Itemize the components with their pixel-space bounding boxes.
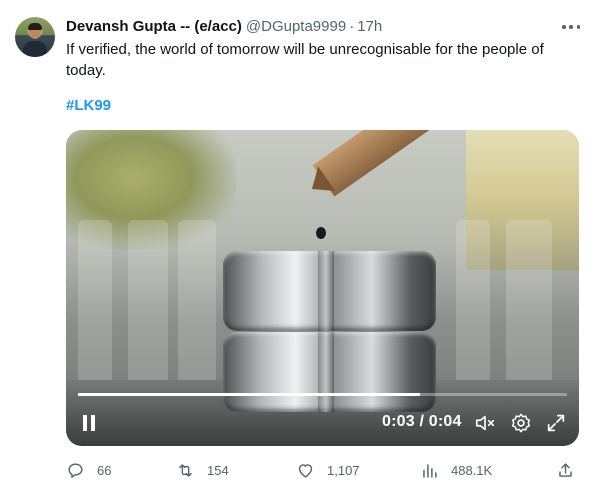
tweet-header: Devansh Gupta -- (e/acc) @DGupta9999 · 1… — [66, 15, 382, 37]
reply-button[interactable]: 66 — [66, 458, 111, 482]
bar-chart-icon — [423, 463, 437, 478]
tweet-text: If verified, the world of tomorrow will … — [66, 41, 544, 79]
video-progress-bar[interactable] — [78, 393, 567, 396]
settings-button[interactable] — [510, 412, 532, 434]
video-time: 0:03 / 0:04 — [382, 413, 462, 430]
sample-droplet — [316, 227, 326, 239]
more-horizontal-icon — [562, 25, 566, 29]
retweet-button[interactable]: 154 — [176, 458, 229, 482]
tweet[interactable]: Devansh Gupta -- (e/acc) @DGupta9999 · 1… — [0, 0, 598, 484]
video-player[interactable]: 0:03 / 0:04 — [66, 130, 579, 446]
gear-icon — [511, 413, 531, 433]
volume-muted-icon — [475, 415, 495, 431]
views-button[interactable]: 488.1K — [420, 458, 492, 482]
retweet-icon — [179, 463, 192, 477]
author-name[interactable]: Devansh Gupta -- (e/acc) — [66, 18, 242, 35]
hashtag-link[interactable]: #LK99 — [66, 97, 111, 114]
magnet-ridge — [318, 251, 334, 331]
fullscreen-button[interactable] — [545, 412, 567, 434]
avatar-hair — [28, 23, 42, 30]
pause-button[interactable] — [82, 415, 96, 431]
video-controls: 0:03 / 0:04 — [66, 398, 579, 446]
pencil — [301, 130, 450, 205]
like-button[interactable]: 1,107 — [296, 458, 360, 482]
reply-count: 66 — [97, 462, 112, 478]
pause-icon — [83, 415, 87, 431]
retweet-count: 154 — [207, 462, 229, 478]
pencil-body — [312, 130, 450, 197]
reply-bubble-icon — [68, 462, 83, 478]
more-horizontal-icon-dot — [569, 25, 573, 29]
more-options-button[interactable] — [560, 18, 582, 36]
more-horizontal-icon-dot — [576, 25, 580, 29]
mute-button[interactable] — [474, 412, 496, 434]
video-progress-fill — [78, 393, 421, 396]
share-button[interactable] — [556, 458, 575, 482]
view-count: 488.1K — [451, 462, 493, 478]
magnet-top — [223, 251, 436, 331]
avatar-shirt — [23, 41, 47, 57]
heart-icon — [298, 463, 313, 478]
timestamp[interactable]: 17h — [357, 18, 382, 35]
separator-dot: · — [349, 17, 355, 35]
share-icon — [559, 462, 572, 477]
tweet-actions: 66 154 1,107 488.1K — [66, 458, 586, 482]
pause-icon-bar — [91, 415, 95, 431]
expand-icon — [547, 414, 565, 432]
avatar[interactable] — [15, 17, 55, 57]
like-count: 1,107 — [327, 462, 360, 478]
author-handle[interactable]: @DGupta9999 — [246, 18, 346, 35]
